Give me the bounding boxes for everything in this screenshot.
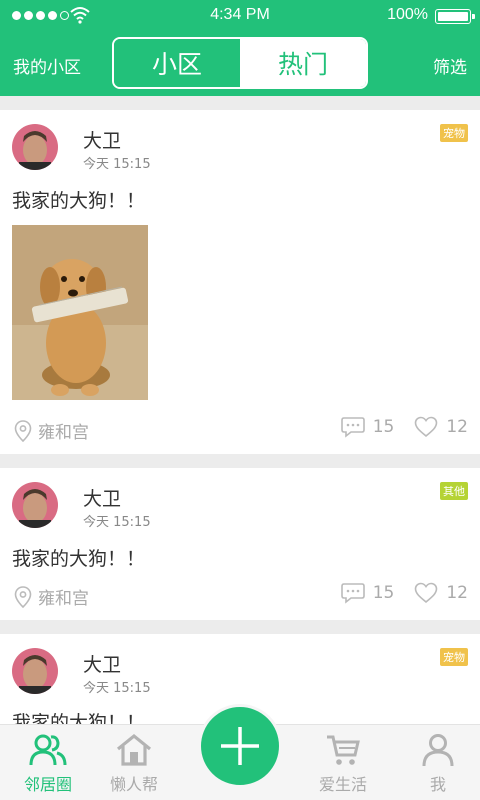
comment-icon [340, 417, 365, 438]
user-icon [422, 734, 454, 767]
people-icon [29, 734, 67, 766]
tab-popular[interactable]: 热门 [240, 39, 366, 87]
cart-icon [327, 735, 360, 765]
category-tag: 宠物 [440, 648, 468, 666]
filter-link[interactable]: 筛选 [433, 53, 467, 78]
add-post-button[interactable] [198, 704, 282, 788]
like-count: 12 [446, 583, 468, 603]
tab-community[interactable]: 小区 [114, 39, 240, 87]
post-time: 今天 15:15 [83, 157, 151, 172]
post-card[interactable]: 大卫 今天 15:15 其他 我家的大狗！！ 雍和宫 15 12 [0, 468, 480, 620]
top-bar: 4:34 PM 100% 我的小区 小区 热门 筛选 [0, 0, 480, 96]
comment-button[interactable]: 15 [340, 416, 395, 438]
comment-count: 15 [372, 583, 395, 603]
post-text: 我家的大狗！！ [12, 190, 146, 212]
post-stats: 15 12 [321, 416, 468, 438]
location-text: 雍和宫 [38, 589, 89, 609]
comment-icon [340, 583, 365, 604]
tab-life[interactable]: 爱生活 [295, 725, 391, 800]
tab-me[interactable]: 我 [390, 725, 480, 800]
post-text: 我家的大狗！！ [12, 548, 146, 570]
post-time: 今天 15:15 [83, 681, 151, 696]
like-count: 12 [446, 417, 468, 437]
category-tag: 其他 [440, 482, 468, 500]
like-button[interactable]: 12 [414, 416, 468, 438]
avatar[interactable] [12, 124, 58, 170]
comment-button[interactable]: 15 [340, 582, 395, 604]
like-button[interactable]: 12 [414, 582, 468, 604]
tab-label: 爱生活 [318, 775, 367, 794]
avatar[interactable] [12, 482, 58, 528]
post-stats: 15 12 [321, 582, 468, 604]
battery-icon [435, 9, 475, 24]
status-bar: 4:34 PM 100% [0, 0, 480, 32]
heart-icon [415, 416, 438, 438]
location-text: 雍和宫 [38, 423, 89, 443]
tab-label: 我 [429, 775, 446, 794]
plus-icon [221, 727, 259, 765]
comment-count: 15 [372, 417, 395, 437]
tab-label: 懒人帮 [109, 775, 158, 794]
post-card[interactable]: 大卫 今天 15:15 宠物 我家的大狗！！ [0, 110, 480, 454]
post-image[interactable] [12, 225, 148, 400]
tab-helper[interactable]: 懒人帮 [86, 725, 182, 800]
battery-percentage: 100% [387, 6, 428, 23]
heart-icon [415, 582, 438, 604]
segmented-tabs: 小区 热门 [112, 37, 368, 89]
location[interactable]: 雍和宫 [14, 584, 89, 609]
username[interactable]: 大卫 [83, 484, 121, 511]
location-pin-icon [14, 585, 32, 608]
avatar[interactable] [12, 648, 58, 694]
username[interactable]: 大卫 [83, 650, 121, 677]
home-icon [116, 733, 152, 766]
tab-neighbors[interactable]: 邻居圈 [0, 725, 96, 800]
post-time: 今天 15:15 [83, 515, 151, 530]
location[interactable]: 雍和宫 [14, 418, 89, 443]
my-community-link[interactable]: 我的小区 [13, 53, 81, 78]
tab-label: 邻居圈 [23, 775, 72, 794]
location-pin-icon [14, 419, 32, 442]
username[interactable]: 大卫 [83, 126, 121, 153]
category-tag: 宠物 [440, 124, 468, 142]
